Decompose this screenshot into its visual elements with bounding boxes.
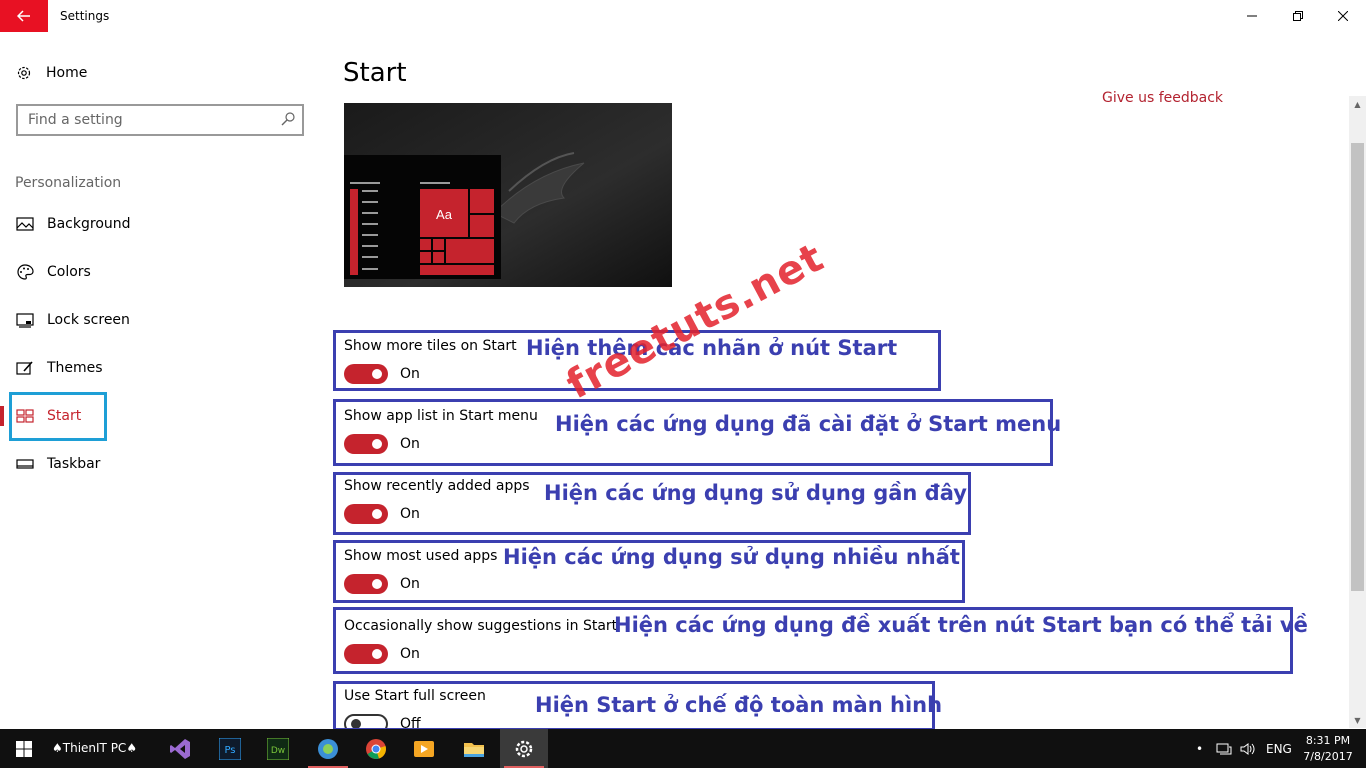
clock-date: 7/8/2017: [1303, 750, 1353, 763]
network-icon[interactable]: [1216, 729, 1232, 768]
media-player-button[interactable]: [400, 729, 448, 768]
lock-screen-icon: [16, 313, 34, 328]
sidebar-item-lock-screen[interactable]: Lock screen: [0, 300, 320, 340]
title-bar: Settings: [0, 0, 1366, 32]
home-label: Home: [46, 65, 88, 81]
windows-logo-icon: [16, 740, 32, 757]
close-button[interactable]: [1320, 0, 1366, 32]
window-title: Settings: [60, 9, 110, 23]
preview-tile-label: Aa: [436, 207, 453, 222]
search-input[interactable]: Find a setting: [16, 104, 304, 136]
chrome-button[interactable]: [352, 729, 400, 768]
home-link[interactable]: Home: [16, 62, 87, 84]
sidebar-item-label: Taskbar: [47, 456, 101, 472]
scroll-down-icon[interactable]: ▼: [1349, 712, 1366, 728]
feedback-label: Give us feedback: [1102, 90, 1224, 102]
photoshop-icon: Ps: [219, 737, 241, 760]
active-indicator: [0, 406, 4, 426]
settings-taskbar-button[interactable]: [500, 729, 548, 768]
annotation-text: Hiện các ứng dụng sử dụng gần đây: [544, 481, 967, 505]
visual-studio-icon: [170, 738, 190, 759]
taskbar-user-label: ♠ThienIT PC♠: [52, 741, 138, 755]
visual-studio-button[interactable]: [156, 729, 204, 768]
scrollbar-thumb[interactable]: [1351, 143, 1364, 591]
coccoc-icon: [318, 738, 338, 759]
dreamweaver-button[interactable]: Dw: [254, 729, 302, 768]
file-explorer-button[interactable]: [450, 729, 498, 768]
annotation-text: Hiện các ứng dụng đã cài đặt ở Start men…: [555, 412, 1062, 436]
preview-illustration: Aa: [344, 103, 672, 287]
section-heading: Personalization: [15, 175, 122, 191]
themes-icon: [16, 361, 33, 375]
sidebar-item-taskbar[interactable]: Taskbar: [0, 444, 320, 484]
svg-text:Dw: Dw: [271, 746, 285, 756]
annotation-text: Hiện các ứng dụng sử dụng nhiều nhất: [503, 545, 960, 569]
scroll-up-icon[interactable]: ▲: [1349, 96, 1366, 112]
back-arrow-icon: [17, 10, 30, 22]
network-icon-graphic: [1216, 743, 1232, 754]
palette-icon: [17, 264, 34, 280]
page-title: Start: [343, 58, 407, 88]
clock-time: 8:31 PM: [1305, 734, 1351, 747]
taskbar: ♠ThienIT PC♠ Ps Dw • ENG 8:31 PM 7/8/201…: [0, 729, 1366, 768]
annotation-text: Hiện Start ở chế độ toàn màn hình: [535, 693, 943, 717]
restore-button[interactable]: [1275, 0, 1321, 32]
minimize-icon: [1247, 15, 1257, 17]
close-icon: [1338, 11, 1348, 21]
tray-dot-icon[interactable]: •: [1196, 729, 1203, 768]
svg-text:Ps: Ps: [224, 745, 235, 756]
folder-icon: [464, 742, 484, 757]
sidebar-item-background[interactable]: Background: [0, 204, 320, 244]
picture-icon: [16, 217, 34, 231]
sidebar-item-label: Background: [47, 216, 131, 232]
sidebar-item-label: Themes: [47, 360, 103, 376]
search-icon[interactable]: [280, 111, 296, 127]
speaker-icon: [1240, 742, 1255, 755]
chrome-icon: [366, 738, 386, 759]
minimize-button[interactable]: [1229, 0, 1275, 32]
coccoc-browser-button[interactable]: [304, 729, 352, 768]
back-button[interactable]: [0, 0, 48, 32]
taskbar-icon: [16, 459, 34, 469]
restore-icon: [1293, 11, 1303, 21]
sidebar-item-label: Colors: [47, 264, 91, 280]
gear-icon: [17, 66, 31, 80]
gear-icon: [515, 740, 533, 757]
clock[interactable]: 8:31 PM 7/8/2017: [1302, 733, 1354, 765]
highlight-box: [9, 392, 107, 441]
search-placeholder: Find a setting: [28, 112, 123, 128]
annotation-text: Hiện các ứng dụng đề xuất trên nút Start…: [614, 613, 1308, 637]
start-button[interactable]: [0, 729, 48, 768]
media-player-icon: [414, 740, 434, 757]
dreamweaver-icon: Dw: [267, 737, 289, 760]
language-indicator[interactable]: ENG: [1266, 729, 1292, 768]
feedback-link[interactable]: Give us feedback: [1102, 86, 1223, 102]
sidebar-item-label: Lock screen: [47, 312, 130, 328]
photoshop-button[interactable]: Ps: [206, 729, 254, 768]
volume-icon[interactable]: [1240, 729, 1256, 768]
start-preview: Aa: [344, 103, 672, 287]
sidebar-item-themes[interactable]: Themes: [0, 348, 320, 388]
sidebar-item-colors[interactable]: Colors: [0, 252, 320, 292]
